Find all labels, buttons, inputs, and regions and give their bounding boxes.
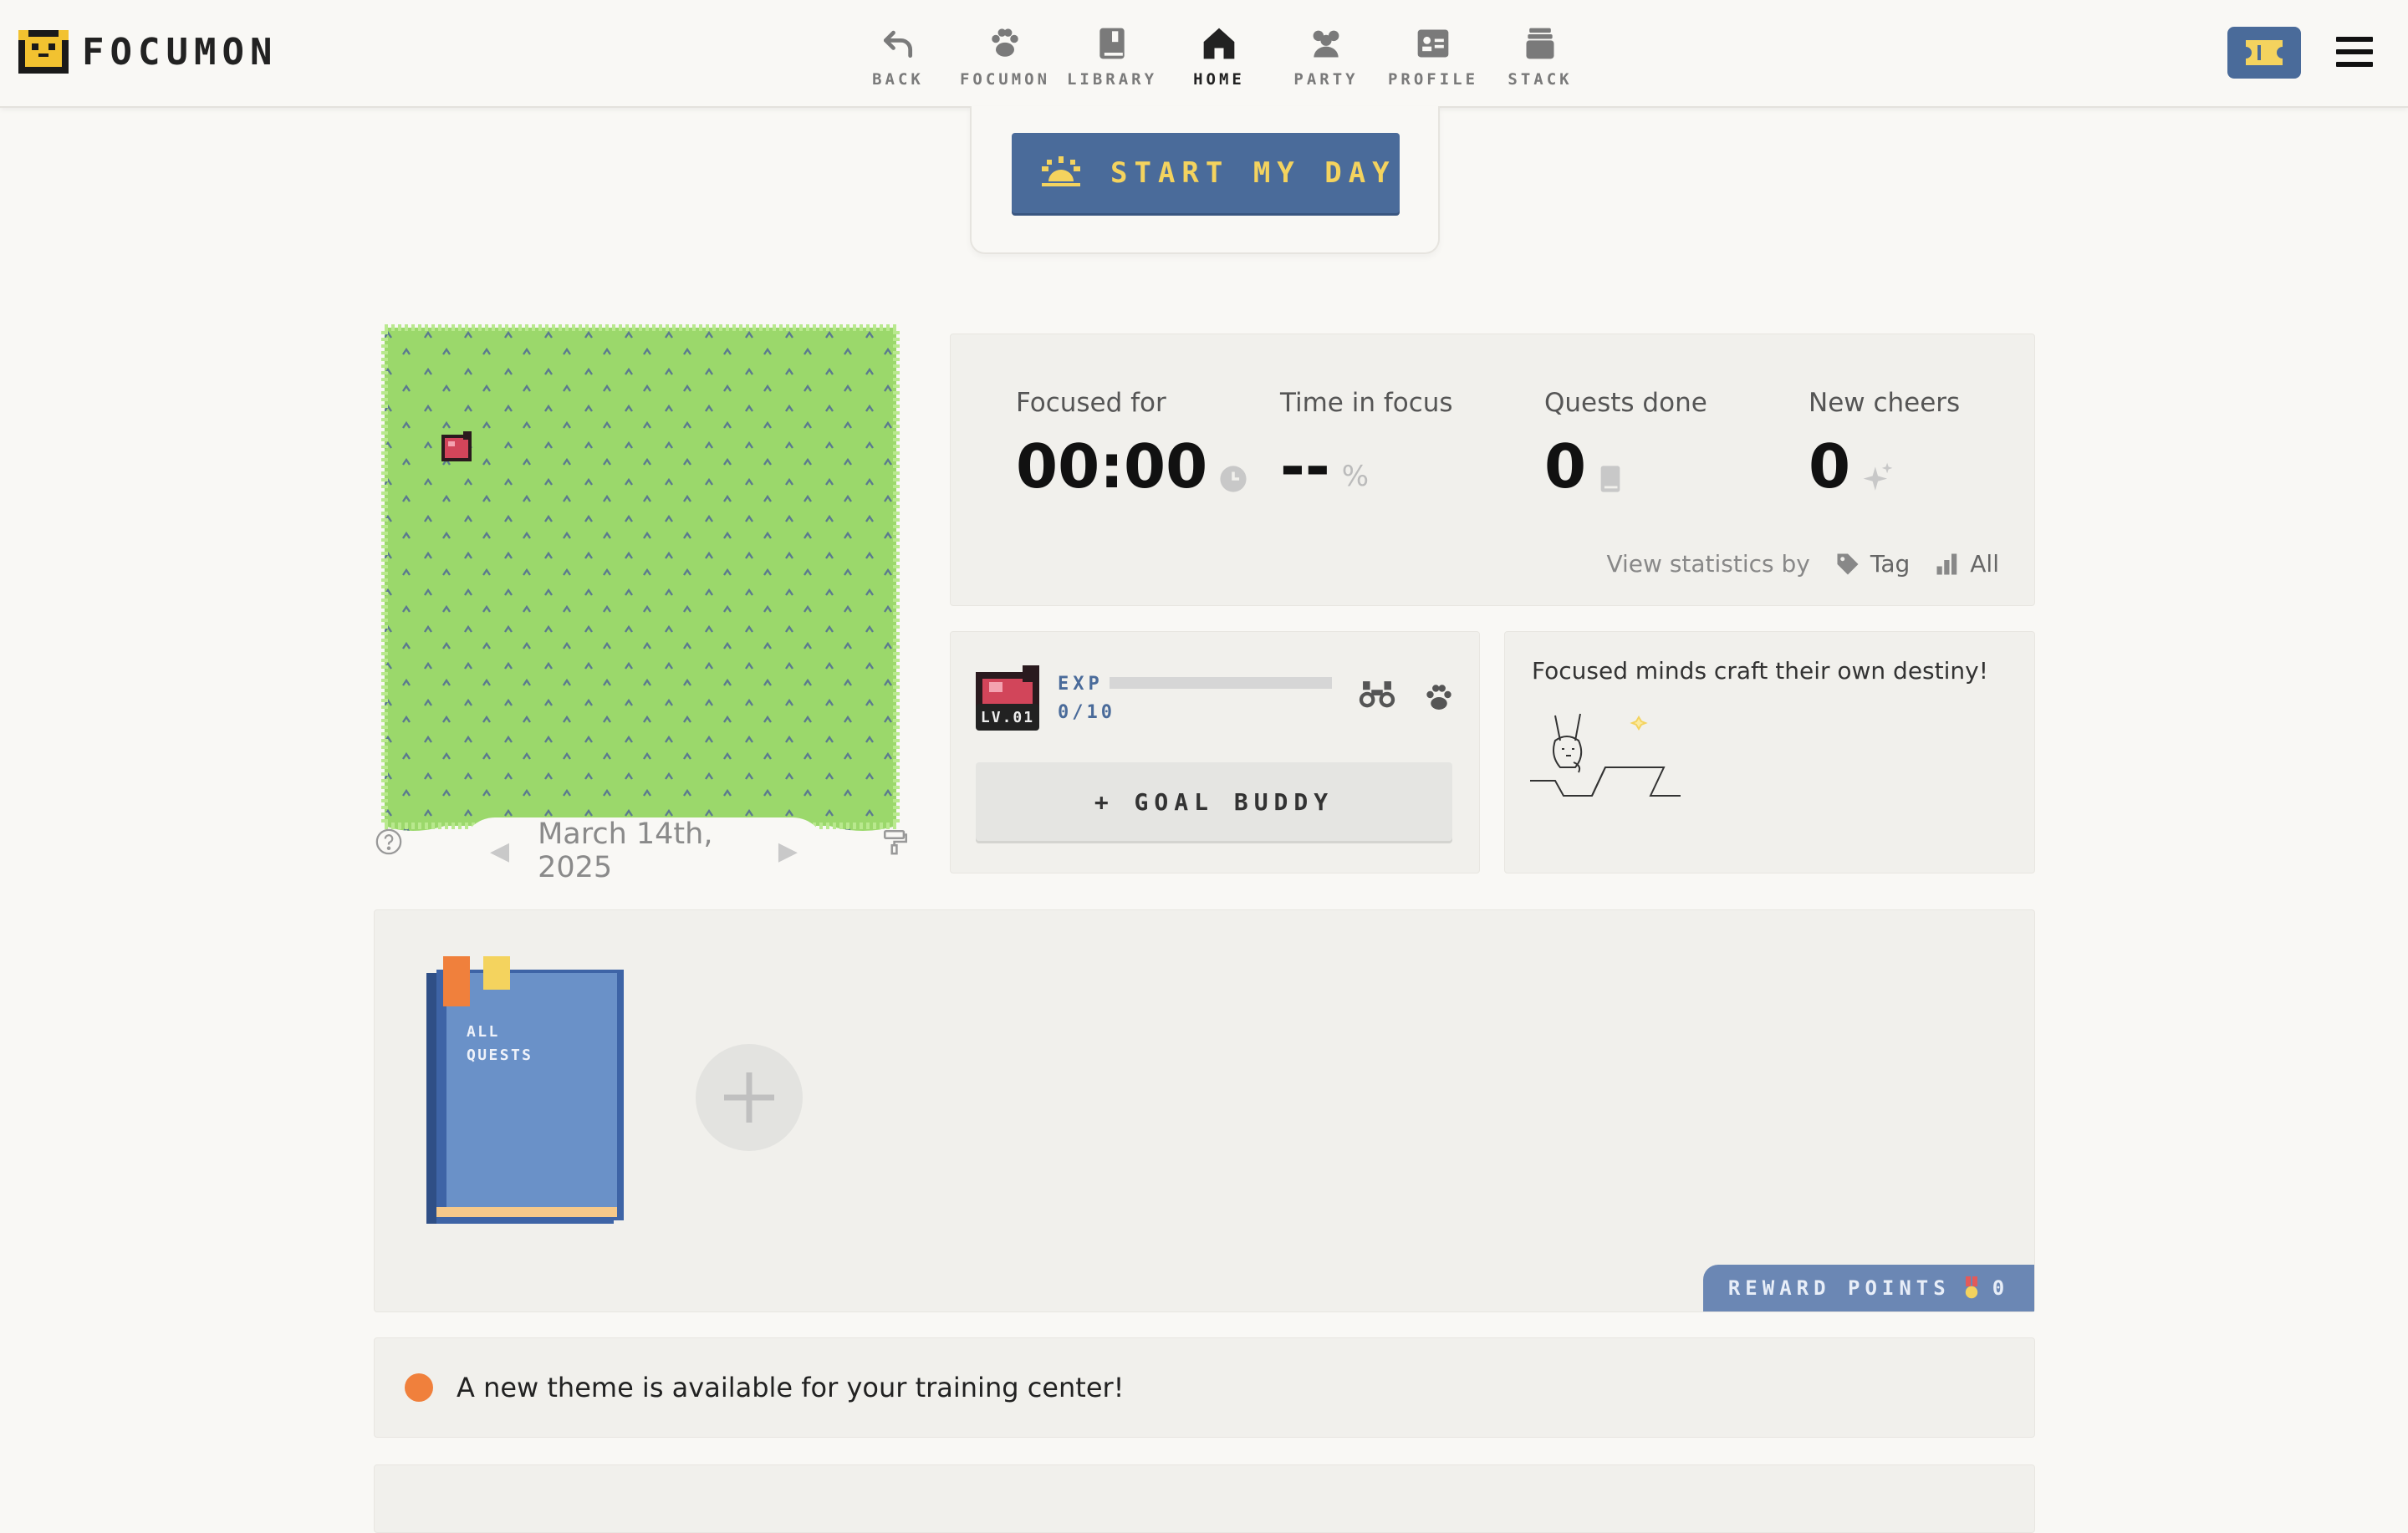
help-icon[interactable] xyxy=(375,828,403,856)
stat-label: Quests done xyxy=(1544,388,1707,418)
reward-points-value: 0 xyxy=(1992,1276,2010,1300)
stat-value: -- xyxy=(1280,431,1330,502)
view-by-tag-button[interactable]: Tag xyxy=(1835,550,1910,578)
percent-icon: % xyxy=(1341,460,1370,493)
exp-label: EXP xyxy=(1058,674,1104,695)
next-day-button[interactable]: ▶ xyxy=(778,837,798,866)
view-by-all-button[interactable]: All xyxy=(1935,550,1999,578)
quest-books-panel: ALL QUESTS REWARD POINTS 0 xyxy=(374,909,2035,1312)
app-name: FOCUMON xyxy=(82,30,278,74)
bar-chart-icon xyxy=(1936,553,1957,574)
notification-text: A new theme is available for your traini… xyxy=(457,1372,1125,1403)
nav-library[interactable]: LIBRARY xyxy=(1059,25,1166,89)
plus-icon xyxy=(724,1072,774,1123)
nav-back[interactable]: BACK xyxy=(844,25,951,89)
exp-value: 0/10 xyxy=(1058,702,1115,723)
cut-off-panel xyxy=(374,1464,2035,1533)
prev-day-button[interactable]: ◀ xyxy=(490,837,509,866)
notification-dot-icon xyxy=(405,1373,433,1402)
ticket-button[interactable] xyxy=(2227,27,2301,79)
nav-home[interactable]: HOME xyxy=(1166,25,1273,89)
view-by-label: View statistics by xyxy=(1606,550,1810,578)
start-my-day-label: START MY DAY xyxy=(1110,156,1396,190)
stat-label: New cheers xyxy=(1809,388,1961,418)
profile-card-icon xyxy=(1417,29,1449,58)
stat-value: 0 xyxy=(1809,431,1851,502)
paw-icon xyxy=(992,28,1018,57)
binoculars-icon[interactable] xyxy=(1359,680,1395,710)
nav-stack[interactable]: STACK xyxy=(1487,25,1594,89)
exp-progress-bar xyxy=(1110,677,1332,689)
book-icon xyxy=(1099,28,1125,59)
book-label-all: ALL xyxy=(467,1023,500,1041)
nav-focumon[interactable]: FOCUMON xyxy=(951,25,1059,89)
focumon-garden xyxy=(381,324,900,831)
top-bar: FOCUMON BACK FOCUMON LIBRARY HOME PARTY … xyxy=(0,0,2408,108)
goal-buddy-panel: LV.01 EXP 0/10 + GOAL BUDDY xyxy=(950,631,1480,873)
start-my-day-button[interactable]: START MY DAY xyxy=(1012,133,1400,213)
focus-stats-panel: Focused for 00:00 Time in focus -- % Que… xyxy=(950,334,2035,606)
add-goal-buddy-button[interactable]: + GOAL BUDDY xyxy=(976,762,1452,841)
quote-panel: Focused minds craft their own destiny! xyxy=(1504,631,2035,873)
stat-label: Focused for xyxy=(1016,388,1166,418)
add-quest-book-button[interactable] xyxy=(696,1044,803,1151)
bunny-doodle-icon xyxy=(1530,713,1681,797)
tag-icon xyxy=(1837,553,1859,574)
garden-date-picker: ◀ March 14th, 2025 ▶ xyxy=(462,817,826,884)
nav-label: BACK xyxy=(872,70,924,89)
focumon-creature xyxy=(441,431,472,461)
hamburger-menu-icon[interactable] xyxy=(2336,37,2373,70)
sparkle-icon xyxy=(1863,462,1893,491)
book-label-quests: QUESTS xyxy=(467,1047,533,1064)
reward-points-label: REWARD POINTS xyxy=(1727,1276,1951,1300)
paint-roller-icon[interactable] xyxy=(881,828,910,856)
party-icon xyxy=(1313,30,1339,58)
nav-party[interactable]: PARTY xyxy=(1273,25,1380,89)
focumon-logo-icon xyxy=(18,30,69,74)
view-by-all-label: All xyxy=(1970,550,1999,578)
home-icon xyxy=(1203,28,1235,59)
sunrise-icon xyxy=(1042,156,1080,186)
ticket-icon xyxy=(2246,40,2283,65)
nav-label: LIBRARY xyxy=(1066,70,1158,89)
nav-label: HOME xyxy=(1193,70,1245,89)
stat-focused-for: Focused for 00:00 xyxy=(1016,388,1247,497)
book-icon xyxy=(1600,466,1620,492)
garden-date: March 14th, 2025 xyxy=(538,817,713,884)
all-quests-book[interactable]: ALL QUESTS xyxy=(423,956,632,1232)
buddy-level-badge: LV.01 xyxy=(976,704,1039,731)
nav-label: PARTY xyxy=(1293,70,1359,89)
stat-value: 00:00 xyxy=(1016,431,1208,502)
nav-label: PROFILE xyxy=(1387,70,1479,89)
nav-label: FOCUMON xyxy=(959,70,1051,89)
paw-icon[interactable] xyxy=(1422,682,1456,712)
stat-new-cheers: New cheers 0 xyxy=(1809,388,1960,497)
quote-text: Focused minds craft their own destiny! xyxy=(1532,657,1988,685)
nav-profile[interactable]: PROFILE xyxy=(1380,25,1487,89)
stack-icon xyxy=(1526,28,1554,59)
main-nav: BACK FOCUMON LIBRARY HOME PARTY PROFILE … xyxy=(844,25,1594,89)
back-arrow-icon xyxy=(883,30,913,59)
view-by-tag-label: Tag xyxy=(1870,550,1911,578)
stat-quests-done: Quests done 0 xyxy=(1544,388,1707,497)
nav-label: STACK xyxy=(1508,70,1573,89)
stat-label: Time in focus xyxy=(1280,388,1453,418)
stat-time-in-focus: Time in focus -- % xyxy=(1280,388,1453,497)
logo[interactable]: FOCUMON xyxy=(18,30,278,74)
medal-icon xyxy=(1965,1276,1977,1299)
reward-points-badge[interactable]: REWARD POINTS 0 xyxy=(1703,1265,2034,1311)
stat-value: 0 xyxy=(1544,431,1587,502)
theme-notification[interactable]: A new theme is available for your traini… xyxy=(374,1337,2035,1438)
clock-icon xyxy=(1220,466,1247,492)
start-day-card: START MY DAY xyxy=(970,106,1440,254)
view-statistics-by: View statistics by Tag All xyxy=(1606,550,1999,578)
